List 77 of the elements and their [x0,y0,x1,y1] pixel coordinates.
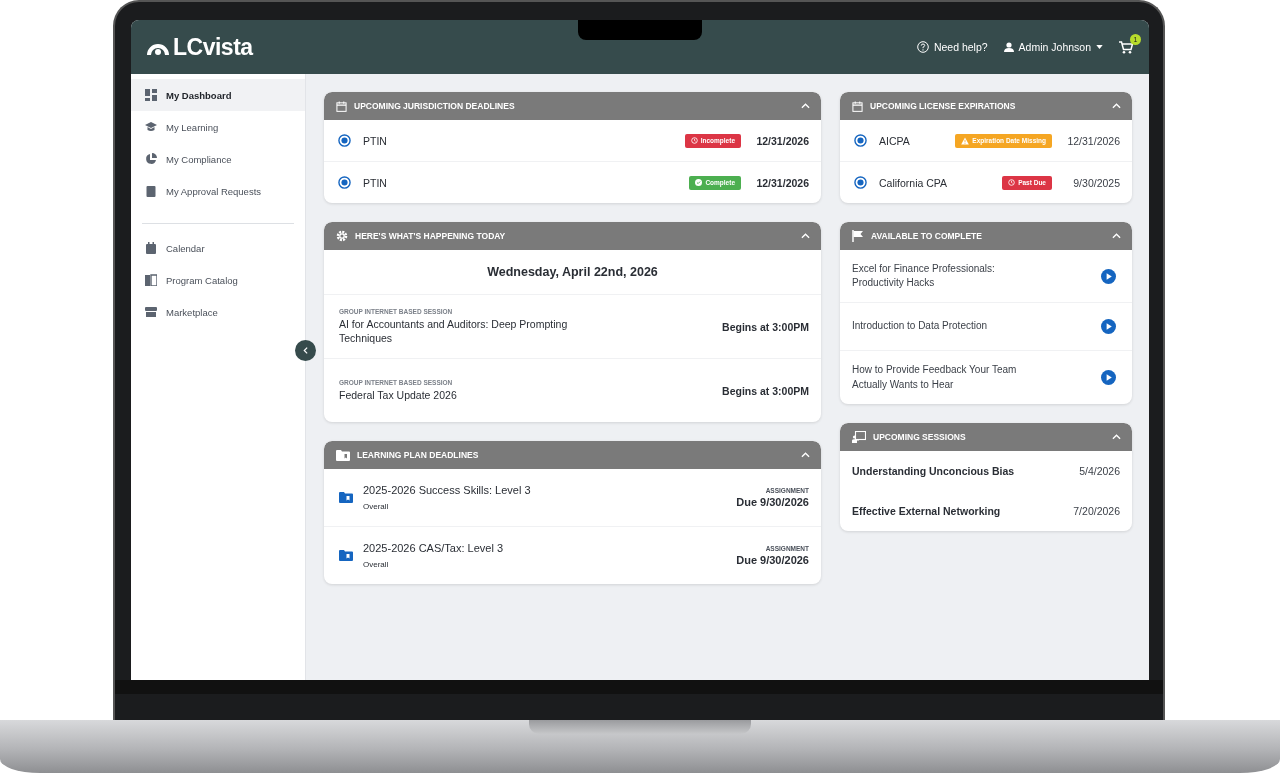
card-title: LEARNING PLAN DEADLINES [357,450,480,460]
folder-icon [339,492,353,503]
calendar-icon [145,242,157,254]
sidebar-item[interactable]: My Dashboard [131,79,305,111]
plan-scope: Overall [363,502,390,511]
deadline-date: 12/31/2026 [755,176,809,189]
session-title: Effective External Networking [852,505,1001,517]
session-time: Begins at 3:00PM [722,320,809,333]
help-icon [916,41,929,53]
expiration-date: 9/30/2025 [1072,176,1120,189]
plan-due-date: Due 9/30/2026 [736,496,809,508]
clipboard-icon [145,185,157,197]
course-title: How to Provide Feedback Your Team Actually Wants to Hear [852,363,1018,392]
sidebar-item[interactable]: Marketplace [131,296,305,328]
play-button[interactable] [1101,268,1116,284]
session-date: 7/20/2026 [1072,505,1120,517]
course-title: Introduction to Data Protection [852,319,989,334]
radio-icon [338,176,351,189]
course-title: Excel for Finance Professionals: Productivity Hacks [852,261,996,290]
card-title: UPCOMING LICENSE EXPIRATIONS [870,101,1017,111]
session-title: Understanding Unconcious Bias [852,465,1015,477]
collapse-icon[interactable] [801,233,810,239]
pie-chart-icon [145,153,157,165]
plan-scope: Overall [363,560,390,569]
license-name: California CPA [879,176,949,189]
logo-text: LCvista [173,35,253,59]
jurisdiction-name: PTIN [363,134,388,147]
cart-button[interactable] [1119,40,1133,54]
chevron-left-icon [303,347,308,354]
jurisdiction-name: PTIN [363,176,388,189]
card-title: HERE'S WHAT'S HAPPENING TODAY [355,231,507,241]
card-title: AVAILABLE TO COMPLETE [871,231,983,241]
collapse-icon[interactable] [801,452,810,458]
collapse-icon[interactable] [801,103,810,109]
plan-due-date: Due 9/30/2026 [736,554,809,566]
sidebar-item[interactable]: My Approval Requests [131,175,305,207]
session-title: AI for Accountants and Auditors: Deep Prompting Techniques [339,318,569,345]
plan-name: 2025-2026 CAS/Tax: Level 3 [363,542,505,554]
play-button[interactable] [1101,370,1116,385]
session-title: Federal Tax Update 2026 [339,388,458,403]
store-icon [145,306,157,318]
sidebar-item[interactable]: My Compliance [131,143,305,175]
dashboard-icon [145,89,157,101]
presentation-icon [852,431,866,443]
help-link[interactable]: Need help? [916,41,988,53]
radio-icon [854,176,867,189]
user-icon [1003,42,1014,52]
folder-icon [339,550,353,561]
caret-icon [1096,45,1103,49]
sidebar-item[interactable]: Calendar [131,232,305,264]
graduation-cap-icon [145,121,157,133]
license-name: AICPA [879,134,911,147]
radio-icon [854,134,867,147]
flag-icon [852,230,864,242]
gear-icon [336,230,348,242]
book-icon [145,274,157,286]
user-menu[interactable]: Admin Johnson [1003,41,1103,53]
deadline-date: 12/31/2026 [755,134,809,147]
logo-icon [147,43,169,56]
radio-icon [338,134,351,147]
card-title: UPCOMING SESSIONS [873,432,967,442]
session-date: 5/4/2026 [1078,465,1120,477]
plan-name: 2025-2026 Success Skills: Level 3 [363,484,532,496]
calendar-icon [852,100,863,112]
play-button[interactable] [1101,319,1116,334]
expiration-date: 12/31/2026 [1066,134,1120,147]
collapse-icon[interactable] [1112,233,1121,239]
collapse-icon[interactable] [1112,103,1121,109]
collapse-sidebar-button[interactable] [295,340,316,361]
session-time: Begins at 3:00PM [722,384,809,397]
folder-icon [336,449,350,461]
card-title: UPCOMING JURISDICTION DEADLINES [354,101,516,111]
sidebar-item[interactable]: My Learning [131,111,305,143]
sidebar-item[interactable]: Program Catalog [131,264,305,296]
collapse-icon[interactable] [1112,434,1121,440]
calendar-icon [336,100,347,112]
today-date: Wednesday, April 22nd, 2026 [487,265,658,279]
